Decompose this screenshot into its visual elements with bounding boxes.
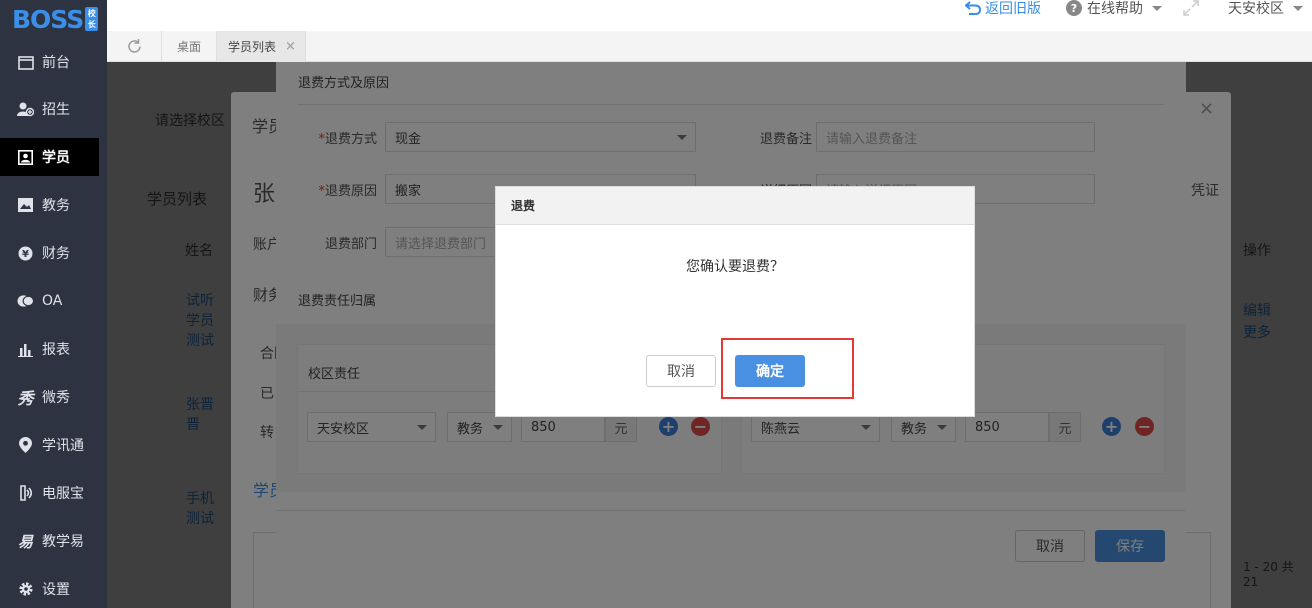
campus-label: 天安校区 <box>1228 1 1284 17</box>
student-card-icon <box>17 149 34 166</box>
sidebar-item-label: 教务 <box>42 198 70 214</box>
sidebar-item-label: OA <box>42 293 63 309</box>
sidebar-item-reception[interactable]: 前台 <box>0 43 99 81</box>
top-bar: 返回旧版 ? 在线帮助 天安校区 <box>107 0 1312 31</box>
image-icon <box>17 197 34 214</box>
fullscreen-icon[interactable] <box>1183 0 1199 16</box>
sidebar-item-label: 财务 <box>42 246 70 262</box>
sidebar: BOSS 校长 前台 招生 学员 教务 ¥ 财务 OA 报表 秀 微秀 学讯通 电… <box>0 0 107 608</box>
sidebar-item-weixiu[interactable]: 秀 微秀 <box>0 378 99 416</box>
sidebar-item-label: 学员 <box>42 150 70 166</box>
campus-switcher[interactable]: 天安校区 <box>1228 0 1303 17</box>
gear-icon <box>17 581 34 598</box>
tab-desktop[interactable]: 桌面 <box>162 31 217 62</box>
sidebar-item-label: 设置 <box>42 582 70 598</box>
sidebar-item-label: 学讯通 <box>42 438 84 454</box>
dialog-message: 您确认要退费？ <box>686 259 784 275</box>
sidebar-item-xuexuntong[interactable]: 学讯通 <box>0 426 99 464</box>
sidebar-item-students[interactable]: 学员 <box>0 138 99 176</box>
location-icon <box>17 437 34 454</box>
return-old-label: 返回旧版 <box>985 1 1041 17</box>
sidebar-item-label: 电服宝 <box>42 486 84 502</box>
sidebar-item-label: 教学易 <box>42 534 84 550</box>
logo-badge: 校长 <box>85 7 99 31</box>
sidebar-item-jiaoxueyi[interactable]: 易 教学易 <box>0 522 99 560</box>
sidebar-item-oa[interactable]: OA <box>0 282 99 320</box>
bar-chart-icon <box>17 341 34 358</box>
help-label: 在线帮助 <box>1087 1 1143 17</box>
boss-logo[interactable]: BOSS 校长 <box>12 4 99 34</box>
confirm-highlight-box <box>721 338 854 399</box>
tab-bar: 桌面 学员列表 × <box>107 31 1312 62</box>
phone-service-icon <box>17 485 34 502</box>
return-old-version-link[interactable]: 返回旧版 <box>965 0 1041 17</box>
dialog-cancel-button[interactable]: 取消 <box>646 355 716 387</box>
chevron-down-icon <box>1293 5 1303 11</box>
sidebar-item-reports[interactable]: 报表 <box>0 330 99 368</box>
tab-label: 桌面 <box>176 40 201 54</box>
sidebar-item-enroll[interactable]: 招生 <box>0 90 99 128</box>
tab-student-list[interactable]: 学员列表 × <box>217 31 306 62</box>
sidebar-item-label: 报表 <box>42 342 70 358</box>
sidebar-item-finance[interactable]: ¥ 财务 <box>0 234 99 272</box>
sidebar-item-settings[interactable]: 设置 <box>0 570 99 608</box>
online-help-dropdown[interactable]: ? 在线帮助 <box>1066 0 1162 17</box>
chat-icon <box>17 293 34 310</box>
yen-icon: ¥ <box>17 245 34 262</box>
sidebar-item-label: 微秀 <box>42 390 70 406</box>
xiu-icon: 秀 <box>17 389 34 408</box>
logo-text: BOSS <box>12 4 84 34</box>
sidebar-item-dianfubao[interactable]: 电服宝 <box>0 474 99 512</box>
dialog-title: 退费 <box>496 187 974 225</box>
help-icon: ? <box>1066 0 1082 16</box>
teach-icon: 易 <box>17 532 33 551</box>
chevron-down-icon <box>1152 5 1162 11</box>
tab-close-icon[interactable]: × <box>285 39 296 54</box>
return-icon <box>965 1 981 15</box>
calendar-icon <box>17 54 34 71</box>
refresh-icon[interactable] <box>107 31 162 62</box>
sidebar-item-label: 前台 <box>42 55 70 71</box>
user-add-icon <box>17 101 34 118</box>
sidebar-item-academic[interactable]: 教务 <box>0 186 99 224</box>
svg-text:¥: ¥ <box>22 249 29 260</box>
sidebar-item-label: 招生 <box>42 102 70 118</box>
tab-label: 学员列表 <box>228 40 277 54</box>
